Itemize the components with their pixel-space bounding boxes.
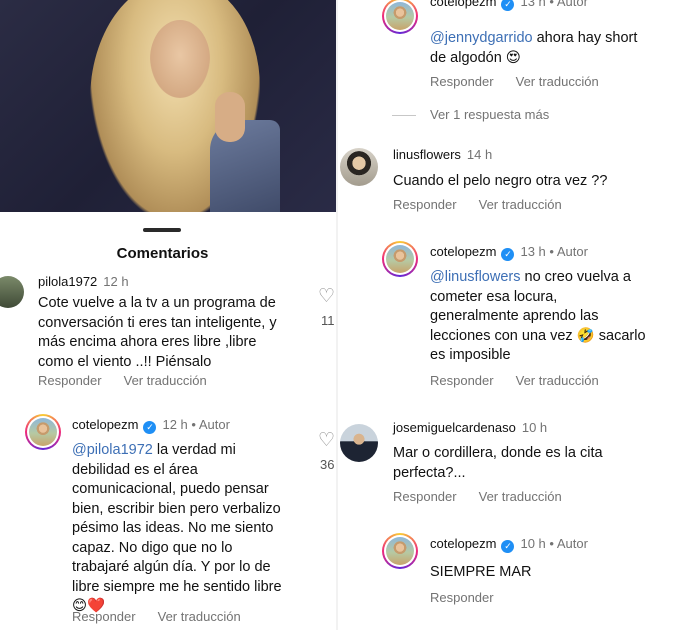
comment-time: 14 h: [466, 147, 493, 162]
avatar[interactable]: [382, 0, 418, 34]
comment-actions: Responder Ver traducción: [430, 373, 621, 388]
reply-button[interactable]: Responder: [72, 609, 136, 624]
comment-actions: Responder: [430, 590, 516, 605]
mention-link[interactable]: @linusflowers: [430, 269, 520, 285]
comment-actions: Responder Ver traducción: [430, 74, 621, 89]
comment-text: @jennydgarrido ahora hay short de algodó…: [430, 30, 638, 66]
comment-time: 12 h: [103, 274, 129, 289]
like-count: 36: [320, 457, 335, 472]
comment-time: 10 h: [521, 420, 548, 435]
comment-username[interactable]: pilola1972 12 h: [38, 274, 129, 289]
avatar[interactable]: [382, 241, 418, 277]
comment-username[interactable]: cotelopezm ✓ 13 h • Autor: [430, 244, 588, 261]
comments-title: Comentarios: [116, 245, 209, 262]
comment-time: 13 h • Autor: [520, 0, 588, 9]
avatar[interactable]: [25, 414, 61, 450]
reply-button[interactable]: Responder: [430, 74, 494, 89]
verified-badge-icon: ✓: [143, 421, 157, 434]
avatar[interactable]: [0, 276, 24, 308]
comment-text: SIEMPRE MAR: [430, 564, 532, 580]
comment-username[interactable]: cotelopezm ✓ 10 h • Autor: [430, 536, 588, 553]
reply-button[interactable]: Responder: [393, 489, 457, 504]
comment-text: Cote vuelve a la tv a un programa de con…: [38, 295, 277, 370]
like-count: 11: [321, 313, 335, 328]
verified-badge-icon: ✓: [501, 540, 515, 553]
avatar[interactable]: [382, 533, 418, 569]
comment-time: 13 h • Autor: [520, 244, 588, 259]
drag-handle[interactable]: [143, 228, 181, 232]
translate-button[interactable]: Ver traducción: [516, 373, 599, 388]
comment-username[interactable]: josemiguelcardenaso 10 h: [393, 420, 547, 435]
avatar[interactable]: [340, 148, 378, 186]
comment-text: Mar o cordillera, donde es la cita perfe…: [393, 445, 603, 481]
comment-text: @linusflowers no creo vuelva a cometer e…: [430, 269, 646, 363]
reply-button[interactable]: Responder: [393, 197, 457, 212]
verified-badge-icon: ✓: [501, 248, 515, 261]
verified-badge-icon: ✓: [501, 0, 515, 11]
translate-button[interactable]: Ver traducción: [124, 373, 207, 388]
comment-actions: Responder Ver traducción: [72, 609, 263, 624]
translate-button[interactable]: Ver traducción: [516, 74, 599, 89]
view-more-replies[interactable]: Ver 1 respuesta más: [392, 107, 571, 122]
mention-link[interactable]: @pilola1972: [72, 442, 153, 458]
comment-actions: Responder Ver traducción: [393, 489, 584, 504]
comment-time: 10 h • Autor: [520, 536, 588, 551]
post-image: [0, 0, 338, 212]
translate-button[interactable]: Ver traducción: [479, 197, 562, 212]
mention-link[interactable]: @jennydgarrido: [430, 30, 533, 46]
comment-username[interactable]: linusflowers 14 h: [393, 147, 492, 162]
avatar[interactable]: [340, 424, 378, 462]
heart-outline-icon[interactable]: ♡: [318, 287, 335, 306]
comment-username[interactable]: cotelopezm ✓ 13 h • Autor: [430, 0, 588, 11]
reply-button[interactable]: Responder: [430, 373, 494, 388]
heart-outline-icon[interactable]: ♡: [318, 431, 335, 450]
comment-username[interactable]: cotelopezm ✓ 12 h • Autor: [72, 417, 230, 434]
comment-text: Cuando el pelo negro otra vez ??: [393, 173, 608, 189]
panel-divider: [336, 0, 338, 630]
comment-text: @pilola1972 la verdad mi debilidad es el…: [72, 442, 282, 614]
translate-button[interactable]: Ver traducción: [158, 609, 241, 624]
comment-actions: Responder Ver traducción: [38, 373, 229, 388]
translate-button[interactable]: Ver traducción: [479, 489, 562, 504]
reply-button[interactable]: Responder: [430, 590, 494, 605]
comment-time: 12 h • Autor: [162, 417, 230, 432]
comment-actions: Responder Ver traducción: [393, 197, 584, 212]
reply-button[interactable]: Responder: [38, 373, 102, 388]
